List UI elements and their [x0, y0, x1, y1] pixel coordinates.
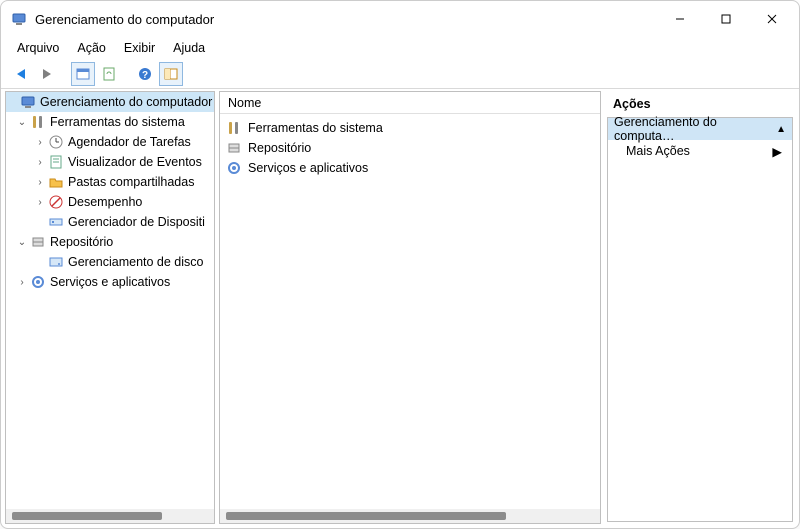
tree-label: Ferramentas do sistema — [50, 115, 214, 129]
tree-label: Gerenciamento de disco — [68, 255, 214, 269]
results-pane: Nome Ferramentas do sistema Repositório … — [219, 91, 601, 524]
actions-box: Gerenciamento do computa… ▲ Mais Ações ▶ — [607, 117, 793, 522]
maximize-icon — [721, 14, 731, 24]
tree-label: Pastas compartilhadas — [68, 175, 214, 189]
list-item-label: Repositório — [248, 141, 311, 155]
tree-node-servicos[interactable]: › Serviços e aplicativos — [6, 272, 214, 292]
expander-icon[interactable]: › — [34, 137, 46, 148]
back-icon — [13, 66, 29, 82]
tree-node-ferramentas[interactable]: ⌄ Ferramentas do sistema — [6, 112, 214, 132]
tree-toggle-icon — [75, 66, 91, 82]
tools-icon — [30, 114, 46, 130]
menu-arquivo[interactable]: Arquivo — [9, 39, 67, 57]
toolbar-show-hide-tree-button[interactable] — [71, 62, 95, 86]
list-item-label: Ferramentas do sistema — [248, 121, 383, 135]
chevron-right-icon: ▶ — [772, 144, 782, 159]
console-tree-pane: Gerenciamento do computador ⌄ Ferramenta… — [5, 91, 215, 524]
expander-icon[interactable]: › — [34, 177, 46, 188]
left-hscrollbar[interactable] — [6, 509, 214, 523]
storage-icon — [30, 234, 46, 250]
actions-more[interactable]: Mais Ações ▶ — [608, 140, 792, 162]
refresh-icon — [101, 66, 117, 82]
toolbar-show-actions-button[interactable] — [159, 62, 183, 86]
expander-icon[interactable]: › — [16, 277, 28, 288]
toolbar-refresh-button[interactable] — [97, 62, 121, 86]
menu-acao[interactable]: Ação — [69, 39, 114, 57]
folder-icon — [48, 174, 64, 190]
list-item[interactable]: Repositório — [224, 138, 596, 158]
tree-label: Gerenciamento do computador — [40, 95, 214, 109]
tree-label: Agendador de Tarefas — [68, 135, 214, 149]
tree-node-desempenho[interactable]: › Desempenho — [6, 192, 214, 212]
tree-node-pastas[interactable]: › Pastas compartilhadas — [6, 172, 214, 192]
computer-icon — [20, 94, 36, 110]
collapse-icon: ▲ — [776, 124, 786, 135]
expander-icon[interactable]: › — [34, 197, 46, 208]
toolbar-help-button[interactable] — [133, 62, 157, 86]
tree-label: Gerenciador de Dispositi — [68, 215, 214, 229]
actions-context-label: Gerenciamento do computa… — [614, 115, 776, 143]
close-icon — [767, 14, 777, 24]
clock-icon — [48, 134, 64, 150]
tools-icon — [226, 120, 242, 136]
tree-node-agendador[interactable]: › Agendador de Tarefas — [6, 132, 214, 152]
menu-ajuda[interactable]: Ajuda — [165, 39, 213, 57]
actions-context-header[interactable]: Gerenciamento do computa… ▲ — [608, 118, 792, 140]
panes-icon — [163, 66, 179, 82]
tree-label: Visualizador de Eventos — [68, 155, 214, 169]
list-item-label: Serviços e aplicativos — [248, 161, 368, 175]
expander-icon[interactable]: › — [34, 157, 46, 168]
tree-node-visualizador[interactable]: › Visualizador de Eventos — [6, 152, 214, 172]
minimize-icon — [675, 14, 685, 24]
device-icon — [48, 214, 64, 230]
console-tree[interactable]: Gerenciamento do computador ⌄ Ferramenta… — [6, 92, 214, 509]
tool-bar — [1, 59, 799, 89]
app-window: Gerenciamento do computador Arquivo Ação… — [0, 0, 800, 529]
expander-icon[interactable]: ⌄ — [16, 117, 28, 128]
list-item[interactable]: Serviços e aplicativos — [224, 158, 596, 178]
results-list[interactable]: Ferramentas do sistema Repositório Servi… — [220, 114, 600, 509]
actions-more-label: Mais Ações — [626, 144, 690, 158]
minimize-button[interactable] — [657, 4, 703, 34]
tree-node-repositorio[interactable]: ⌄ Repositório — [6, 232, 214, 252]
tree-node-root[interactable]: Gerenciamento do computador — [6, 92, 214, 112]
window-title: Gerenciamento do computador — [35, 12, 214, 27]
services-icon — [30, 274, 46, 290]
close-button[interactable] — [749, 4, 795, 34]
tree-label: Repositório — [50, 235, 214, 249]
tree-label: Desempenho — [68, 195, 214, 209]
maximize-button[interactable] — [703, 4, 749, 34]
help-icon — [137, 66, 153, 82]
actions-pane: Ações Gerenciamento do computa… ▲ Mais A… — [605, 91, 795, 524]
menu-bar: Arquivo Ação Exibir Ajuda — [1, 37, 799, 59]
services-icon — [226, 160, 242, 176]
client-area: Gerenciamento do computador ⌄ Ferramenta… — [1, 89, 799, 528]
toolbar-forward-button[interactable] — [35, 62, 59, 86]
expander-icon[interactable]: ⌄ — [16, 237, 28, 248]
title-bar: Gerenciamento do computador — [1, 1, 799, 37]
results-column-header[interactable]: Nome — [220, 92, 600, 114]
center-hscrollbar[interactable] — [220, 509, 600, 523]
actions-title: Ações — [607, 93, 793, 117]
tree-node-gerenciador-dispositivos[interactable]: Gerenciador de Dispositi — [6, 212, 214, 232]
disk-icon — [48, 254, 64, 270]
storage-icon — [226, 140, 242, 156]
app-icon — [11, 11, 27, 27]
event-icon — [48, 154, 64, 170]
tree-label: Serviços e aplicativos — [50, 275, 214, 289]
list-item[interactable]: Ferramentas do sistema — [224, 118, 596, 138]
menu-exibir[interactable]: Exibir — [116, 39, 163, 57]
tree-node-gerenciamento-disco[interactable]: Gerenciamento de disco — [6, 252, 214, 272]
performance-icon — [48, 194, 64, 210]
toolbar-back-button[interactable] — [9, 62, 33, 86]
forward-icon — [39, 66, 55, 82]
